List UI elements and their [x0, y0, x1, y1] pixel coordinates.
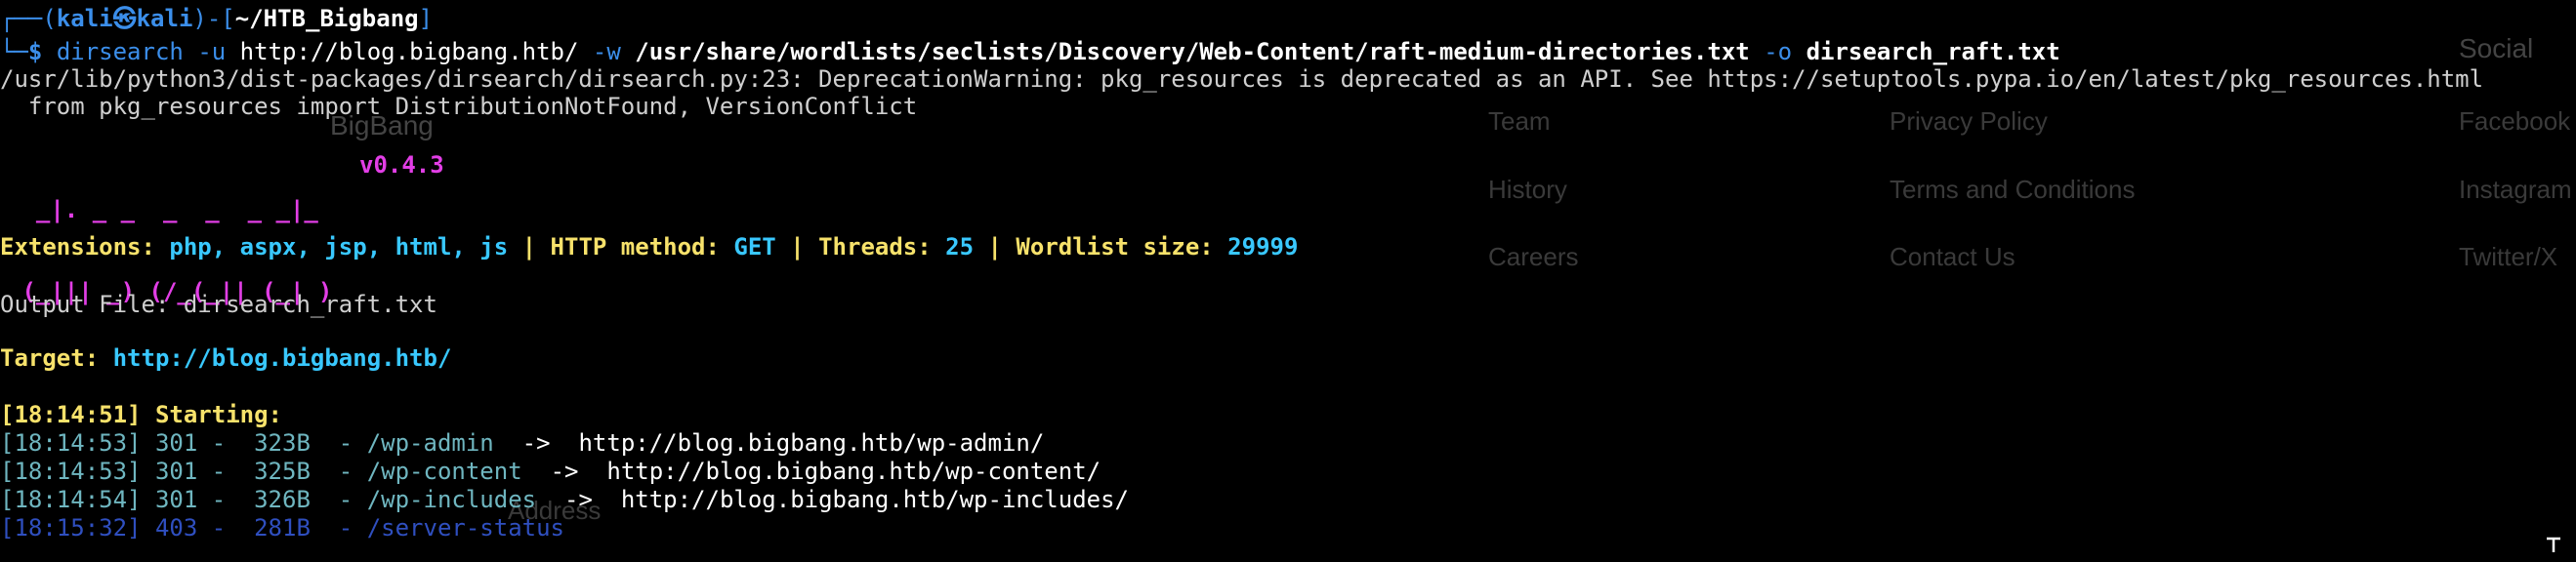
- warning-line-2: from pkg_resources import DistributionNo…: [0, 93, 918, 120]
- config-sep-1: |: [521, 233, 537, 261]
- result-redirect: http://blog.bigbang.htb/wp-content/: [606, 458, 1101, 485]
- bg-link-twitter: Twitter/X: [2459, 242, 2558, 271]
- result-arrow: ->: [564, 486, 593, 513]
- result-arrow: ->: [550, 458, 579, 485]
- logo-art-line-1: _|. _ _ _ _ _ _|_: [8, 196, 318, 223]
- output-file-value: dirsearch_raft.txt: [183, 291, 437, 318]
- prompt-user: kali: [56, 5, 113, 32]
- extensions-value: php, aspx, jsp, html, js: [169, 233, 509, 261]
- result-status: 403: [154, 514, 198, 542]
- result-path: /wp-includes: [366, 486, 537, 513]
- cmd-flag-o: -o: [1764, 38, 1793, 65]
- result-row: [18:15:32] 403 - 281B - /server-status: [0, 514, 564, 542]
- target-line: Target: http://blog.bigbang.htb/: [0, 343, 451, 373]
- method-label: HTTP method:: [550, 233, 720, 261]
- result-path: /server-status: [366, 514, 564, 542]
- prompt-dollar: $: [27, 38, 43, 65]
- result-size: 325B: [254, 458, 311, 485]
- bg-social-heading: Social: [2459, 33, 2534, 63]
- starting-time: [18:14:51]: [0, 401, 142, 428]
- method-value: GET: [733, 233, 776, 261]
- prompt-corner: ┌──(: [0, 5, 57, 32]
- target-label: Target:: [0, 344, 100, 372]
- cmd-url: http://blog.bigbang.htb/: [239, 38, 579, 65]
- result-row: [18:14:53] 301 - 325B - /wp-content -> h…: [0, 458, 1101, 485]
- starting-text: Starting:: [154, 401, 282, 428]
- wordlist-label: Wordlist size:: [1016, 233, 1214, 261]
- threads-label: Threads:: [818, 233, 932, 261]
- result-path: /wp-content: [366, 458, 522, 485]
- result-status: 301: [154, 429, 198, 457]
- prompt-sep: )-[: [192, 5, 235, 32]
- extensions-label: Extensions:: [0, 233, 155, 261]
- config-sep-3: |: [987, 233, 1002, 261]
- bg-link-team: Team: [1488, 106, 1551, 136]
- terminal-window[interactable]: Social BigBang Team History Careers Priv…: [0, 0, 2576, 562]
- cmd-flag-w: -w: [592, 38, 621, 65]
- result-status: 301: [154, 486, 198, 513]
- result-time: [18:14:53]: [0, 458, 142, 485]
- bg-link-contact: Contact Us: [1890, 242, 2015, 271]
- resize-grip-icon[interactable]: [2545, 537, 2562, 554]
- starting-line: [18:14:51] Starting:: [0, 400, 282, 429]
- result-redirect: http://blog.bigbang.htb/wp-admin/: [578, 429, 1045, 457]
- output-file-line: Output File: dirsearch_raft.txt: [0, 290, 437, 319]
- command-line[interactable]: └─$ dirsearch -u http://blog.bigbang.htb…: [0, 37, 2060, 66]
- target-value: http://blog.bigbang.htb/: [112, 344, 452, 372]
- bg-link-careers: Careers: [1488, 242, 1579, 271]
- result-row: [18:14:54] 301 - 326B - /wp-includes -> …: [0, 486, 1129, 513]
- prompt-branch: └─: [0, 38, 28, 65]
- bg-link-history: History: [1488, 175, 1567, 204]
- prompt-path: ~/HTB_Bigbang: [234, 5, 419, 32]
- result-arrow: ->: [521, 429, 551, 457]
- config-line: Extensions: php, aspx, jsp, html, js | H…: [0, 232, 1298, 261]
- result-size: 281B: [254, 514, 311, 542]
- prompt-close: ]: [418, 5, 434, 32]
- result-time: [18:14:53]: [0, 429, 142, 457]
- bg-link-terms: Terms and Conditions: [1890, 175, 2136, 204]
- cmd-flag-u: -u: [197, 38, 227, 65]
- config-sep-2: |: [790, 233, 805, 261]
- prompt-host: kali: [136, 5, 193, 32]
- output-file-label: Output File:: [0, 291, 170, 318]
- warning-line-1: /usr/lib/python3/dist-packages/dirsearch…: [0, 65, 2484, 93]
- result-time: [18:15:32]: [0, 514, 142, 542]
- cmd-wordlist: /usr/share/wordlists/seclists/Discovery/…: [635, 38, 1750, 65]
- prompt-line: ┌──(kali㉿kali)-[~/HTB_Bigbang]: [0, 4, 433, 33]
- result-redirect: http://blog.bigbang.htb/wp-includes/: [620, 486, 1129, 513]
- cmd-output: dirsearch_raft.txt: [1806, 38, 2060, 65]
- result-size: 326B: [254, 486, 311, 513]
- bg-link-facebook: Facebook: [2459, 106, 2571, 136]
- skull-icon: ㉿: [112, 5, 137, 32]
- cmd-name: dirsearch: [56, 38, 184, 65]
- version-label: v0.4.3: [359, 151, 444, 179]
- result-size: 323B: [254, 429, 311, 457]
- wordlist-value: 29999: [1227, 233, 1299, 261]
- result-path: /wp-admin: [366, 429, 494, 457]
- result-status: 301: [154, 458, 198, 485]
- bg-link-privacy: Privacy Policy: [1890, 106, 2048, 136]
- result-row: [18:14:53] 301 - 323B - /wp-admin -> htt…: [0, 429, 1045, 457]
- bg-link-instagram: Instagram: [2459, 175, 2572, 204]
- result-time: [18:14:54]: [0, 486, 142, 513]
- threads-value: 25: [945, 233, 975, 261]
